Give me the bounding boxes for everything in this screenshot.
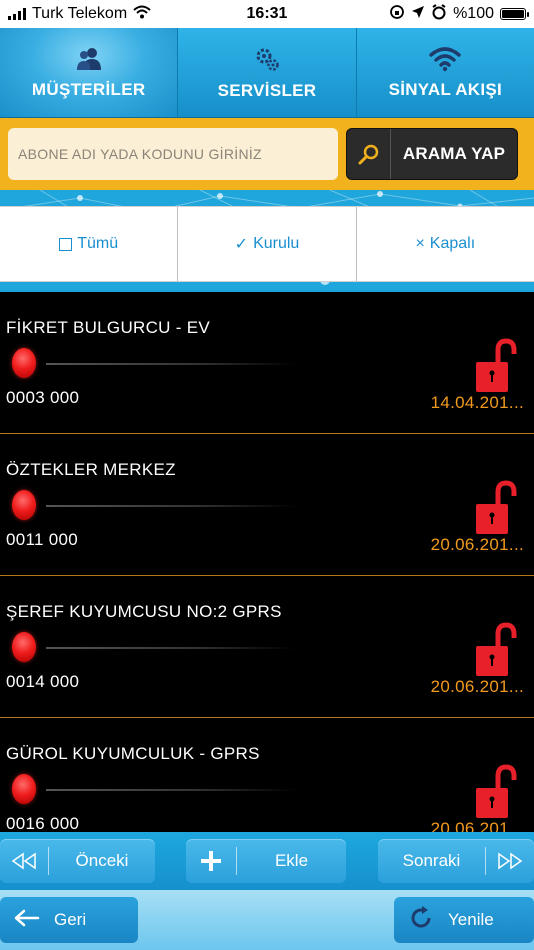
divider [46,505,296,507]
customer-date: 20.06.201... [430,819,524,832]
customer-code: 0011 000 [6,530,79,549]
carrier-name: Turk Telekom [32,5,128,22]
refresh-label: Yenile [448,910,494,929]
list-item[interactable]: ŞEREF KUYUMCUSU NO:2 GPRS 0014 000 20.06… [0,576,534,718]
main-tabs: MÜŞTERİLER SERVİSLER SİNYAL AKIŞI [0,28,534,118]
status-dot [12,490,36,520]
status-dot [12,348,36,378]
double-right-arrow-icon [486,839,534,883]
filter-tabs: Tümü ✓ Kurulu × Kapalı [0,206,534,282]
divider [46,647,296,649]
add-button[interactable]: Ekle [186,839,346,883]
tab-sinyal-akisi[interactable]: SİNYAL AKIŞI [356,28,534,117]
list-item[interactable]: FİKRET BULGURCU - EV 0003 000 14.04.201.… [0,292,534,434]
customer-name: GÜROL KUYUMCULUK - GPRS [6,744,260,763]
location-icon [411,5,425,24]
unlocked-icon [472,338,518,399]
status-bar: Turk Telekom 16:31 %100 [0,0,534,28]
unlocked-icon [472,622,518,683]
gears-icon [253,45,281,73]
search-bar: ARAMA YAP [0,118,534,190]
back-arrow-icon [14,909,40,932]
refresh-button[interactable]: Yenile [394,897,534,943]
divider [46,789,296,791]
customer-date: 20.06.201... [430,677,524,696]
status-dot [12,632,36,662]
list-item[interactable]: GÜROL KUYUMCULUK - GPRS 0016 000 20.06.2… [0,718,534,832]
unlocked-icon [472,480,518,541]
filter-label: Kapalı [429,235,476,252]
wifi-icon [133,5,151,24]
customer-name: FİKRET BULGURCU - EV [6,318,211,337]
filter-label: Tümü [77,235,119,252]
wifi-signal-icon [429,46,462,72]
filter-tumu[interactable]: Tümü [0,207,179,281]
check-icon: ✓ [234,236,249,253]
customer-code: 0016 000 [6,814,80,832]
filter-kapali[interactable]: × Kapalı [356,207,534,281]
clock: 16:31 [246,5,288,22]
divider [46,363,296,365]
cross-icon: × [415,235,425,252]
unlocked-icon [472,764,518,825]
search-button-label: ARAMA YAP [402,144,506,163]
next-label: Sonraki [402,851,461,870]
search-icon [347,129,391,179]
customer-name: ŞEREF KUYUMCUSU NO:2 GPRS [6,602,282,621]
back-label: Geri [54,910,87,929]
customer-date: 20.06.201... [430,535,524,554]
previous-label: Önceki [75,851,129,870]
double-left-arrow-icon [0,839,48,883]
alarm-icon [431,3,447,25]
rotation-lock-icon [389,4,405,25]
list-item[interactable]: ÖZTEKLER MERKEZ 0011 000 20.06.201... [0,434,534,576]
filter-label: Kurulu [253,235,300,252]
users-icon [74,46,104,72]
pagination-bar: Önceki Ekle Sonraki [0,832,534,890]
battery-percent: %100 [453,5,494,22]
refresh-icon [408,905,434,936]
plus-icon [186,839,236,883]
previous-button[interactable]: Önceki [0,839,155,883]
tab-label: SERVİSLER [217,80,317,100]
tab-musteriler[interactable]: MÜŞTERİLER [0,28,179,117]
footer-bar: Geri Yenile [0,890,534,950]
customer-date: 14.04.201... [430,393,524,412]
tab-label: SİNYAL AKIŞI [388,79,503,99]
status-dot [12,774,36,804]
add-label: Ekle [274,851,309,870]
customer-code: 0014 000 [6,672,80,691]
tab-servisler[interactable]: SERVİSLER [178,28,357,117]
customer-code: 0003 000 [6,388,80,407]
tab-label: MÜŞTERİLER [31,79,146,99]
next-button[interactable]: Sonraki [378,839,534,883]
customer-list[interactable]: FİKRET BULGURCU - EV 0003 000 14.04.201.… [0,292,534,832]
filter-kurulu[interactable]: ✓ Kurulu [178,207,357,281]
battery-icon [500,8,529,20]
search-input[interactable] [8,128,338,180]
search-button[interactable]: ARAMA YAP [346,128,518,180]
back-button[interactable]: Geri [0,897,138,943]
checkbox-empty-icon [59,237,73,251]
customer-name: ÖZTEKLER MERKEZ [6,460,176,479]
cell-signal-icon [8,8,26,20]
